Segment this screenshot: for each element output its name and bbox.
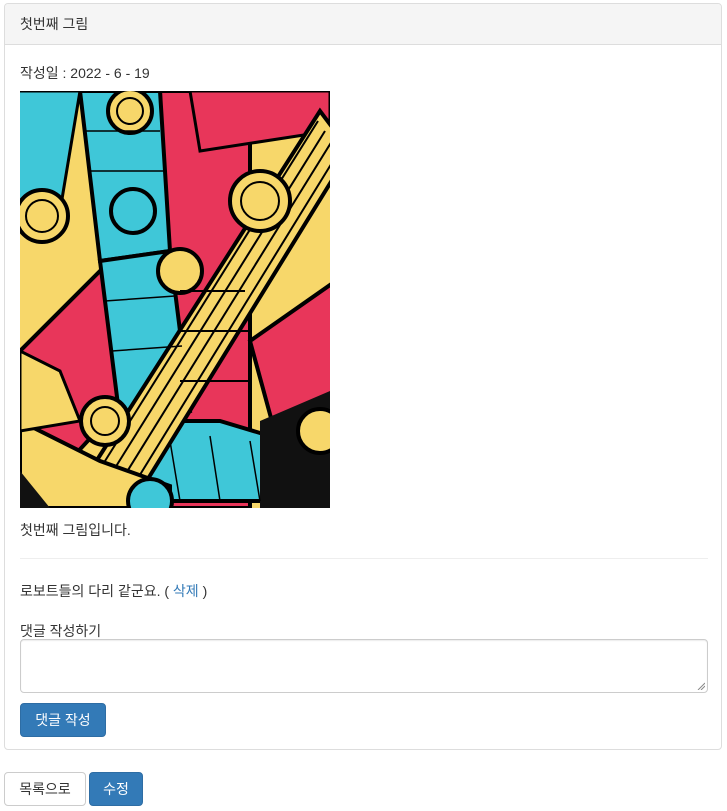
post-panel: 첫번째 그림 작성일 : 2022 - 6 - 19 첫번째 그림입니다. 로보… [4,3,722,750]
delete-comment-link[interactable]: 삭제 [173,583,199,599]
comment-text: 로보트들의 다리 같군요. [20,583,161,599]
edit-button[interactable]: 수정 [89,772,143,806]
comment-item: 로보트들의 다리 같군요. ( 삭제 ) [20,581,207,601]
post-title-bar: 첫번째 그림 [5,4,721,45]
post-date: 작성일 : 2022 - 6 - 19 [20,65,150,81]
resize-grip-icon[interactable] [697,682,705,690]
comment-paren-open: ( [164,583,170,599]
post-title: 첫번째 그림 [20,16,89,32]
comment-paren-close: ) [202,583,208,599]
post-image [20,91,330,508]
content-divider [20,558,708,559]
back-to-list-button[interactable]: 목록으로 [4,772,86,806]
comment-form-label: 댓글 작성하기 [20,623,102,639]
comment-textarea[interactable] [20,639,708,693]
post-content: 첫번째 그림입니다. [20,522,131,538]
submit-comment-button[interactable]: 댓글 작성 [20,703,106,737]
